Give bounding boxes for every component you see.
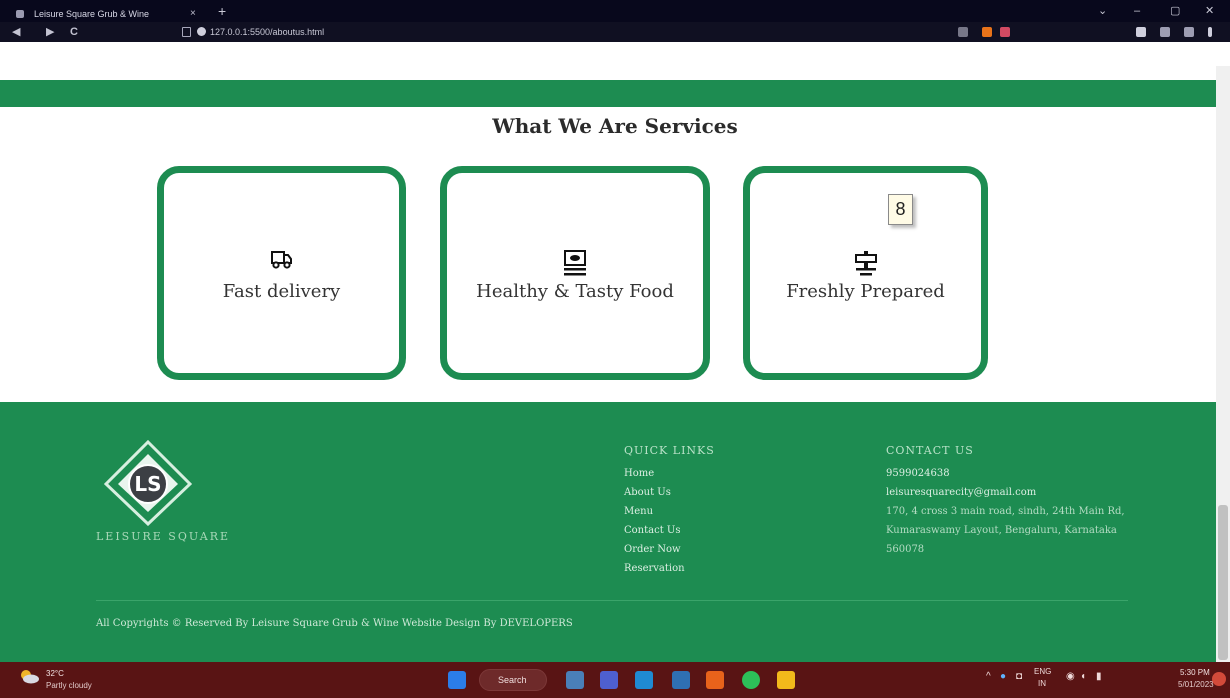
chat-icon[interactable] (600, 671, 618, 689)
whatsapp-icon[interactable] (742, 671, 760, 689)
clock-time[interactable]: 5:30 PM (1180, 668, 1210, 677)
service-label: Healthy & Tasty Food (476, 281, 674, 302)
reload-button[interactable]: C (70, 25, 78, 39)
mail-icon[interactable] (672, 671, 690, 689)
brave-browser-icon[interactable] (706, 671, 724, 689)
contact-block: 9599024638 leisuresquarecity@gmail.com 1… (886, 464, 1146, 559)
weather-temp[interactable]: 32°C (46, 669, 64, 678)
step-marker-badge: 8 (888, 194, 913, 225)
browser-tab-strip: Leisure Square Grub & Wine × + ⌄ – ▢ ✕ (0, 0, 1230, 22)
contact-heading: CONTACT US (886, 444, 974, 457)
service-label: Freshly Prepared (786, 281, 945, 302)
site-favicon-icon (16, 10, 24, 18)
battery-icon[interactable]: ▮ (1096, 671, 1102, 682)
quick-links-list: Home About Us Menu Contact Us Order Now … (624, 464, 685, 578)
minimize-button[interactable]: – (1134, 4, 1140, 18)
start-icon[interactable] (448, 671, 466, 689)
service-card-freshly-prepared: Freshly Prepared (743, 166, 988, 380)
header-band (0, 80, 1216, 107)
wifi-icon[interactable]: ◉ (1066, 671, 1075, 682)
os-taskbar: 32°C Partly cloudy Search ^ ● ◘ ENG IN ◉… (0, 662, 1230, 698)
share-icon[interactable] (958, 27, 968, 37)
section-title: What We Are Services (492, 114, 738, 138)
browser-tab[interactable]: Leisure Square Grub & Wine × (12, 6, 200, 22)
footer-link-reservation[interactable]: Reservation (624, 559, 685, 578)
scrollbar-thumb[interactable] (1218, 505, 1228, 660)
tab-close-button[interactable]: × (190, 6, 196, 22)
maximize-button[interactable]: ▢ (1170, 4, 1180, 18)
weather-desc[interactable]: Partly cloudy (46, 681, 92, 690)
notification-icon[interactable] (1212, 672, 1226, 686)
leisure-square-logo[interactable]: LS (104, 440, 192, 526)
clock-date[interactable]: 5/01/2023 (1178, 680, 1214, 689)
service-card-healthy-food: Healthy & Tasty Food (440, 166, 710, 380)
taskbar-search[interactable]: Search (479, 669, 547, 691)
food-tray-icon (447, 249, 703, 279)
site-footer: LS LEISURE SQUARE QUICK LINKS Home About… (0, 402, 1216, 662)
footer-divider (96, 600, 1128, 601)
service-card-fast-delivery: Fast delivery (157, 166, 406, 380)
truck-icon (164, 249, 399, 279)
task-view-icon[interactable] (566, 671, 584, 689)
logo-letters: LS (134, 472, 161, 496)
wallet-icon[interactable] (1184, 27, 1194, 37)
footer-link-about[interactable]: About Us (624, 483, 685, 502)
sidebar-icon[interactable] (1160, 27, 1170, 37)
address-bar[interactable]: 127.0.0.1:5500/aboutus.html (210, 25, 324, 39)
search-label: Search (498, 675, 527, 685)
footer-link-menu[interactable]: Menu (624, 502, 685, 521)
brave-shield-icon[interactable] (982, 27, 992, 37)
tab-search-button[interactable]: ⌄ (1098, 4, 1107, 18)
weather-icon[interactable] (18, 668, 40, 684)
new-tab-button[interactable]: + (218, 3, 226, 19)
contact-email[interactable]: leisuresquarecity@gmail.com (886, 483, 1146, 502)
language-indicator[interactable]: ENG (1034, 667, 1051, 676)
forward-button[interactable]: ▶ (46, 25, 54, 39)
volume-icon[interactable]: ◖ (1080, 671, 1086, 682)
menu-icon[interactable] (1208, 27, 1212, 37)
tab-title: Leisure Square Grub & Wine (34, 9, 150, 19)
language-region[interactable]: IN (1038, 679, 1046, 688)
file-explorer-icon[interactable] (777, 671, 795, 689)
footer-link-order[interactable]: Order Now (624, 540, 685, 559)
extensions-icon[interactable] (1136, 27, 1146, 37)
site-info-icon[interactable] (197, 27, 206, 36)
footer-link-home[interactable]: Home (624, 464, 685, 483)
bookmark-icon[interactable] (182, 27, 191, 37)
contact-address: 170, 4 cross 3 main road, sindh, 24th Ma… (886, 506, 1125, 555)
rewards-icon[interactable] (1000, 27, 1010, 37)
close-window-button[interactable]: ✕ (1205, 4, 1214, 18)
copyright-text: All Copyrights © Reserved By Leisure Squ… (96, 618, 573, 629)
signpost-icon (750, 249, 981, 279)
browser-toolbar: ◀ ▶ C 127.0.0.1:5500/aboutus.html (0, 22, 1230, 42)
contact-phone: 9599024638 (886, 468, 950, 479)
vscode-icon[interactable] (635, 671, 653, 689)
footer-link-contact[interactable]: Contact Us (624, 521, 685, 540)
brand-name: LEISURE SQUARE (96, 530, 231, 543)
quick-links-heading: QUICK LINKS (624, 444, 715, 457)
service-label: Fast delivery (222, 281, 341, 302)
tray-app-icon[interactable]: ● (1000, 671, 1006, 682)
tray-drive-icon[interactable]: ◘ (1016, 671, 1022, 682)
tray-overflow-icon[interactable]: ^ (986, 671, 991, 682)
back-button[interactable]: ◀ (12, 25, 20, 39)
